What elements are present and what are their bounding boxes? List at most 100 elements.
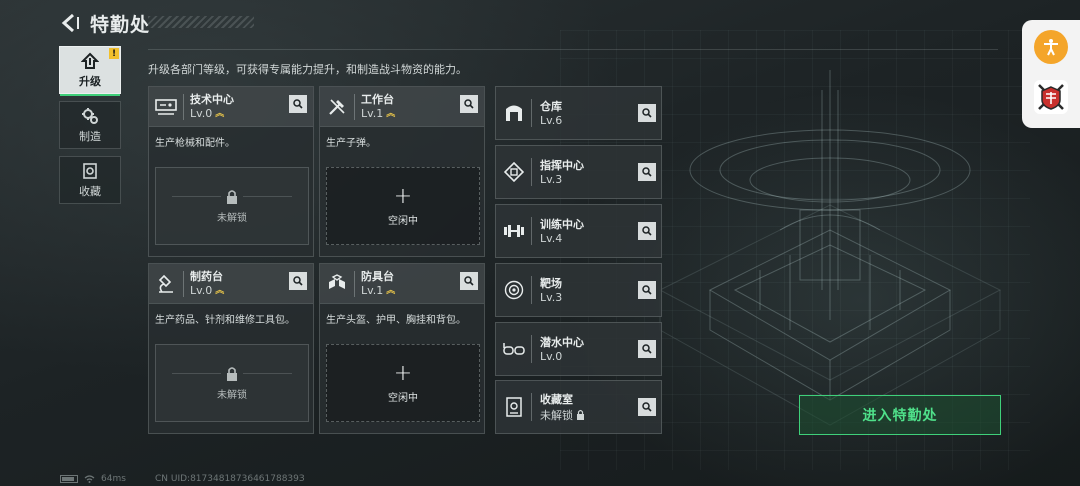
inspect-button[interactable]: [638, 340, 656, 358]
ping-value: 64ms: [101, 474, 126, 484]
user-uid: CN UID:8173481873646178839З: [155, 474, 305, 484]
row-name: 潜水中心: [540, 336, 584, 349]
lock-icon: [227, 366, 237, 381]
facility-row-collection-room[interactable]: 收藏室 未解锁: [495, 380, 662, 434]
upgrade-icon: [81, 52, 99, 69]
top-bar: 特勤处: [58, 8, 150, 38]
back-arrow-icon: [61, 13, 79, 33]
card-name: 工作台: [361, 93, 394, 106]
row-level: Lv.0: [540, 350, 563, 363]
facility-row-shooting-range[interactable]: 靶场 Lv.3: [495, 263, 662, 317]
row-level: Lv.6: [540, 114, 563, 127]
accessibility-button[interactable]: [1034, 30, 1068, 64]
card-level: Lv.1: [361, 284, 384, 297]
lock-icon: [227, 189, 237, 204]
header-divider: [148, 49, 998, 50]
nav-label: 制造: [79, 129, 101, 143]
warehouse-icon: [497, 86, 531, 140]
diving-center-icon: [497, 322, 531, 376]
card-description: 生产子弹。: [326, 138, 376, 149]
page-description: 升级各部门等级，可获得专属能力提升，和制造战斗物资的能力。: [148, 63, 467, 76]
enter-button-label: 进入特勤处: [862, 408, 938, 424]
collection-icon: [83, 162, 97, 179]
row-name: 指挥中心: [540, 159, 584, 172]
production-slot-locked: 未解锁: [155, 167, 309, 245]
inspect-button[interactable]: [289, 272, 307, 290]
search-icon: [464, 99, 474, 109]
row-name: 收藏室: [540, 392, 573, 406]
inspect-button[interactable]: [460, 272, 478, 290]
inspect-button[interactable]: [638, 281, 656, 299]
floating-side-panel: [1022, 20, 1080, 128]
armor-bench-icon: [320, 264, 354, 304]
upgrade-available-icon: ︽: [386, 108, 396, 119]
facility-row-diving-center[interactable]: 潜水中心 Lv.0: [495, 322, 662, 376]
enter-special-ops-button[interactable]: 进入特勤处: [799, 395, 1001, 435]
row-level: Lv.4: [540, 232, 563, 245]
upgrade-available-icon: ︽: [215, 285, 225, 296]
search-icon: [293, 276, 303, 286]
card-name: 技术中心: [190, 93, 234, 106]
row-level: Lv.3: [540, 173, 563, 186]
facility-card-tech-center[interactable]: 技术中心 Lv.0 ︽ 生产枪械和配件。 未解锁: [148, 86, 314, 257]
row-level: Lv.3: [540, 291, 563, 304]
inspect-button[interactable]: [460, 95, 478, 113]
status-bar: 64ms: [60, 474, 126, 484]
wifi-icon: [84, 475, 95, 483]
facility-row-training-center[interactable]: 训练中心 Lv.4: [495, 204, 662, 258]
plus-icon: +: [393, 360, 413, 386]
production-slot-idle[interactable]: + 空闲中: [326, 344, 480, 422]
game-assistant-icon: [1038, 84, 1064, 110]
page-title: 特勤处: [90, 13, 151, 36]
card-level: Lv.1: [361, 107, 384, 120]
facility-row-command-center[interactable]: 指挥中心 Lv.3: [495, 145, 662, 199]
inspect-button[interactable]: [289, 95, 307, 113]
nav-tab-collection[interactable]: 收藏: [59, 156, 121, 204]
slot-status: 未解锁: [217, 212, 247, 224]
production-slot-idle[interactable]: + 空闲中: [326, 167, 480, 245]
search-icon: [642, 108, 652, 118]
search-icon: [464, 276, 474, 286]
training-center-icon: [497, 204, 531, 258]
nav-label: 收藏: [79, 184, 101, 198]
command-center-icon: [497, 145, 531, 199]
accessibility-icon: [1044, 39, 1058, 56]
warning-badge: !: [109, 48, 119, 59]
production-slot-locked: 未解锁: [155, 344, 309, 422]
facility-card-pharmacy[interactable]: 制药台 Lv.0 ︽ 生产药品、针剂和维修工具包。 未解锁: [148, 263, 314, 434]
inspect-button[interactable]: [638, 163, 656, 181]
facility-card-workbench[interactable]: 工作台 Lv.1 ︽ 生产子弹。 + 空闲中: [319, 86, 485, 257]
game-assistant-button[interactable]: [1034, 80, 1068, 114]
row-name: 靶场: [540, 277, 562, 290]
title-decoration: [148, 16, 254, 28]
shooting-range-icon: [497, 263, 531, 317]
search-icon: [642, 402, 652, 412]
card-name: 防具台: [361, 270, 394, 283]
upgrade-available-icon: ︽: [386, 285, 396, 296]
facility-row-warehouse[interactable]: 仓库 Lv.6: [495, 86, 662, 140]
search-icon: [293, 99, 303, 109]
search-icon: [642, 285, 652, 295]
back-button[interactable]: [58, 11, 82, 35]
facility-card-armor-bench[interactable]: 防具台 Lv.1 ︽ 生产头盔、护甲、胸挂和背包。 + 空闲中: [319, 263, 485, 434]
card-header: 制药台 Lv.0 ︽: [149, 264, 313, 304]
card-header: 工作台 Lv.1 ︽: [320, 87, 484, 127]
row-level: 未解锁: [540, 408, 573, 422]
inspect-button[interactable]: [638, 222, 656, 240]
lock-icon: [577, 409, 584, 420]
card-name: 制药台: [190, 270, 223, 283]
slot-status: 空闲中: [388, 392, 418, 404]
row-name: 训练中心: [540, 218, 584, 231]
nav-tab-manufacture[interactable]: 制造: [59, 101, 121, 149]
nav-label: 升级: [79, 74, 101, 88]
inspect-button[interactable]: [638, 398, 656, 416]
card-level: Lv.0: [190, 284, 213, 297]
inspect-button[interactable]: [638, 104, 656, 122]
gear-icon: [82, 107, 98, 124]
search-icon: [642, 344, 652, 354]
collection-room-icon: [497, 380, 531, 434]
row-name: 仓库: [540, 100, 562, 113]
search-icon: [642, 226, 652, 236]
card-header: 防具台 Lv.1 ︽: [320, 264, 484, 304]
nav-tab-upgrade[interactable]: ! 升级: [59, 46, 121, 96]
